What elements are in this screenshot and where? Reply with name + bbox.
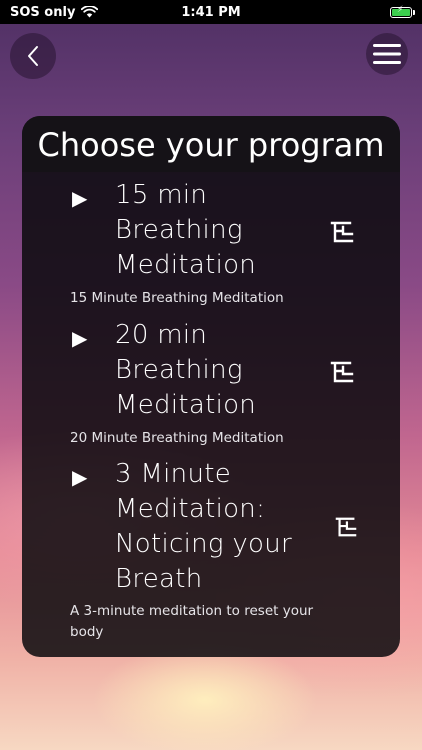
program-title[interactable]: 20 min Breathing Meditation [115,318,315,423]
program-card: Choose your program ▶ 15 min Breathing M… [22,116,400,657]
menu-button[interactable] [366,33,408,75]
page-title: Choose your program [22,116,400,172]
battery-icon [390,5,415,18]
play-icon[interactable]: ▶ [72,467,87,487]
add-to-playlist-icon[interactable] [335,515,357,539]
add-to-playlist-icon[interactable] [330,360,354,384]
status-bar: SOS only 1:41 PM [0,0,422,24]
wifi-icon [81,6,99,18]
status-left: SOS only [10,4,99,20]
program-description: 15 Minute Breathing Meditation [70,290,284,306]
play-icon[interactable]: ▶ [72,328,87,348]
program-description: 20 Minute Breathing Meditation [70,430,284,446]
back-button[interactable] [10,33,56,79]
add-to-playlist-icon[interactable] [330,220,354,244]
chevron-left-icon [28,46,38,66]
play-icon[interactable]: ▶ [72,188,87,208]
hamburger-menu-icon [373,44,401,64]
program-title[interactable]: 15 min Breathing Meditation [115,178,315,283]
program-title[interactable]: 3 Minute Meditation: Noticing your Breat… [115,457,315,597]
carrier-label: SOS only [10,4,76,20]
program-description: A 3-minute meditation to reset your body [70,603,314,640]
